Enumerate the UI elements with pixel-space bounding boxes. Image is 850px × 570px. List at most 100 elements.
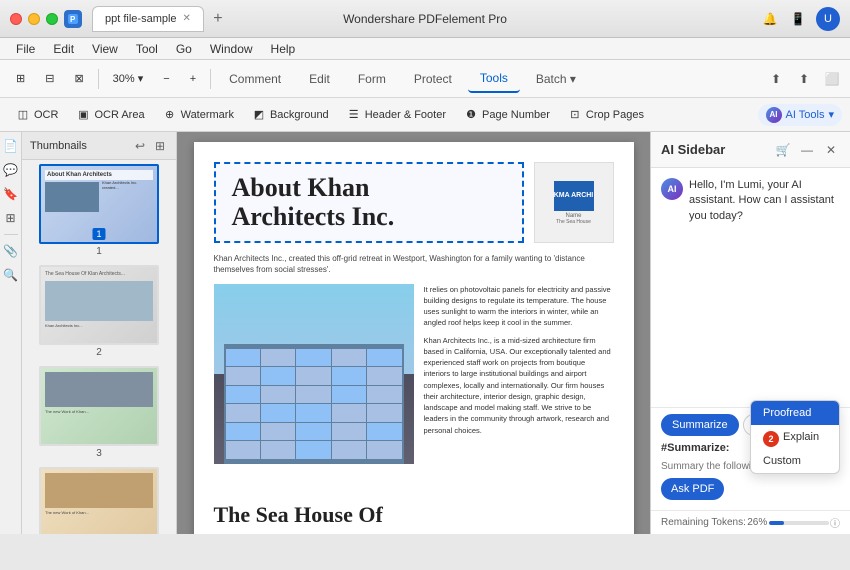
toolbar-sep2 xyxy=(210,69,211,89)
ai-minimize-icon[interactable]: — xyxy=(798,141,816,159)
tool-ocr[interactable]: ◫ OCR xyxy=(8,105,66,125)
toolbar-grid1[interactable]: ⊞ xyxy=(8,68,33,89)
tool-background[interactable]: ◩ Background xyxy=(244,105,337,125)
notification-icon[interactable]: 🔔 xyxy=(760,9,780,29)
page-header-area: About KhanArchitects Inc. KMA ARCHI Name… xyxy=(214,162,614,243)
tab-protect[interactable]: Protect xyxy=(402,66,464,92)
close-button[interactable] xyxy=(10,13,22,25)
ai-close-icon[interactable]: ✕ xyxy=(822,141,840,159)
menu-go[interactable]: Go xyxy=(168,40,200,58)
zoom-in[interactable]: + xyxy=(182,69,204,89)
sidebar-attachment-icon[interactable]: 📎 xyxy=(3,243,19,259)
thumb-page-label-3: 3 xyxy=(96,448,102,459)
sidebar-bookmark-icon[interactable]: 🔖 xyxy=(3,186,19,202)
sidebar-comment-icon[interactable]: 💬 xyxy=(3,162,19,178)
logo-text: KMA ARCHI xyxy=(554,192,594,199)
tool-ocr-area[interactable]: ▣ OCR Area xyxy=(68,105,152,125)
toolbar-grid3[interactable]: ⊠ xyxy=(66,68,91,89)
maximize-button[interactable] xyxy=(46,13,58,25)
thumbnail-page-4[interactable]: The new Work of Khan... 4 xyxy=(26,467,172,534)
menu-help[interactable]: Help xyxy=(263,40,304,58)
thumbnail-page-3[interactable]: The new Work of Khan... 3 xyxy=(26,366,172,459)
file-tab[interactable]: ppt file-sample ✕ xyxy=(92,6,204,32)
thumb-img-1: About Khan Architects Khan Architects In… xyxy=(39,164,159,244)
tokens-label: Remaining Tokens: xyxy=(661,517,746,528)
new-tab-button[interactable]: + xyxy=(208,9,228,29)
tab-close-icon[interactable]: ✕ xyxy=(183,13,191,24)
page-bottom: The Sea House Of Klan Architects Inc Kha… xyxy=(214,502,614,534)
tool-watermark[interactable]: ⊕ Watermark xyxy=(155,105,242,125)
title-bar: P ppt file-sample ✕ + Wondershare PDFele… xyxy=(0,0,850,38)
ai-chat-area: AI Hello, I'm Lumi, your AI assistant. H… xyxy=(651,168,850,407)
logo-icon: KMA ARCHI xyxy=(554,181,594,211)
pdf-viewer[interactable]: About KhanArchitects Inc. KMA ARCHI Name… xyxy=(177,132,650,534)
thumb-page-label-1: 1 xyxy=(96,246,102,257)
zoom-display[interactable]: 30% ▾ xyxy=(105,68,152,89)
ocr-icon: ◫ xyxy=(16,108,30,122)
menu-window[interactable]: Window xyxy=(202,40,261,58)
ask-pdf-button[interactable]: Ask PDF xyxy=(661,478,724,500)
expand-icon[interactable]: ⬜ xyxy=(822,69,842,89)
dropdown-custom[interactable]: Custom xyxy=(751,449,839,473)
menu-file[interactable]: File xyxy=(8,40,43,58)
page-main-title: About KhanArchitects Inc. xyxy=(232,174,506,231)
lumi-avatar: AI xyxy=(661,178,683,200)
tab-form[interactable]: Form xyxy=(346,66,398,92)
minimize-button[interactable] xyxy=(28,13,40,25)
svg-text:P: P xyxy=(70,15,76,24)
share-icon[interactable]: ⬆ xyxy=(794,69,814,89)
dropdown-explain[interactable]: Explain 2 xyxy=(751,425,839,449)
nav-tabs: Comment Edit Form Protect Tools Batch ▾ xyxy=(217,65,588,93)
upload-icon[interactable]: ⬆ xyxy=(766,69,786,89)
watermark-icon: ⊕ xyxy=(163,108,177,122)
background-icon: ◩ xyxy=(252,108,266,122)
ai-sidebar-header: AI Sidebar 🛒 — ✕ xyxy=(651,132,850,168)
menu-tool[interactable]: Tool xyxy=(128,40,166,58)
thumbnails-list[interactable]: About Khan Architects Khan Architects In… xyxy=(22,160,176,534)
explain-badge: 2 xyxy=(763,431,779,447)
ai-greeting-message: AI Hello, I'm Lumi, your AI assistant. H… xyxy=(661,178,840,224)
summarize-button[interactable]: Summarize xyxy=(661,414,739,436)
thumbnail-page-1[interactable]: About Khan Architects Khan Architects In… xyxy=(26,164,172,257)
sidebar-layers-icon[interactable]: ⊞ xyxy=(3,210,19,226)
sidebar-page-icon[interactable]: 📄 xyxy=(3,138,19,154)
thumb-preview-2: The Sea House Of Klan Architects... Khan… xyxy=(41,267,157,343)
thumbnails-header: Thumbnails ↩ ⊞ xyxy=(22,132,176,160)
main-content: 📄 💬 🔖 ⊞ 📎 🔍 Thumbnails ↩ ⊞ About Khan Ar… xyxy=(0,132,850,534)
zoom-out[interactable]: − xyxy=(155,69,177,89)
tool-crop-pages[interactable]: ⊡ Crop Pages xyxy=(560,105,652,125)
left-sidebar: 📄 💬 🔖 ⊞ 📎 🔍 xyxy=(0,132,22,534)
token-fill xyxy=(769,521,785,525)
ai-lumi-icon: AI xyxy=(766,107,782,123)
building-facade xyxy=(224,344,404,464)
user-avatar[interactable]: U xyxy=(816,7,840,31)
thumb-img-2: The Sea House Of Klan Architects... Khan… xyxy=(39,265,159,345)
tab-tools[interactable]: Tools xyxy=(468,65,520,93)
tab-batch[interactable]: Batch ▾ xyxy=(524,66,588,92)
tool-header-footer[interactable]: ☰ Header & Footer xyxy=(339,105,454,125)
tab-bar: ppt file-sample ✕ + xyxy=(92,6,228,32)
tools-row: ◫ OCR ▣ OCR Area ⊕ Watermark ◩ Backgroun… xyxy=(0,98,850,132)
device-icon[interactable]: 📱 xyxy=(788,9,808,29)
ai-greeting-text: Hello, I'm Lumi, your AI assistant. How … xyxy=(689,178,840,224)
thumb-rotate-icon[interactable]: ↩ xyxy=(132,138,148,154)
tokens-info-icon[interactable]: ⓘ xyxy=(830,515,840,530)
toolbar-grid2[interactable]: ⊟ xyxy=(37,68,62,89)
top-icons: 🔔 📱 U xyxy=(760,7,840,31)
tab-comment[interactable]: Comment xyxy=(217,66,293,92)
traffic-lights xyxy=(10,13,58,25)
app-icon: P xyxy=(64,10,82,28)
menu-edit[interactable]: Edit xyxy=(45,40,82,58)
thumb-page-label-2: 2 xyxy=(96,347,102,358)
page-number-icon: ❶ xyxy=(464,108,478,122)
thumbnail-page-2[interactable]: The Sea House Of Klan Architects... Khan… xyxy=(26,265,172,358)
proofread-dropdown: Proofread Explain 2 Custom xyxy=(750,400,840,474)
menu-view[interactable]: View xyxy=(84,40,126,58)
tool-ai-tools[interactable]: AI AI Tools ▾ xyxy=(758,104,842,126)
tab-edit[interactable]: Edit xyxy=(297,66,342,92)
sidebar-search-icon[interactable]: 🔍 xyxy=(3,267,19,283)
ai-cart-icon[interactable]: 🛒 xyxy=(774,141,792,159)
thumb-layout-icon[interactable]: ⊞ xyxy=(152,138,168,154)
tool-page-number[interactable]: ❶ Page Number xyxy=(456,105,558,125)
dropdown-proofread[interactable]: Proofread xyxy=(751,401,839,425)
